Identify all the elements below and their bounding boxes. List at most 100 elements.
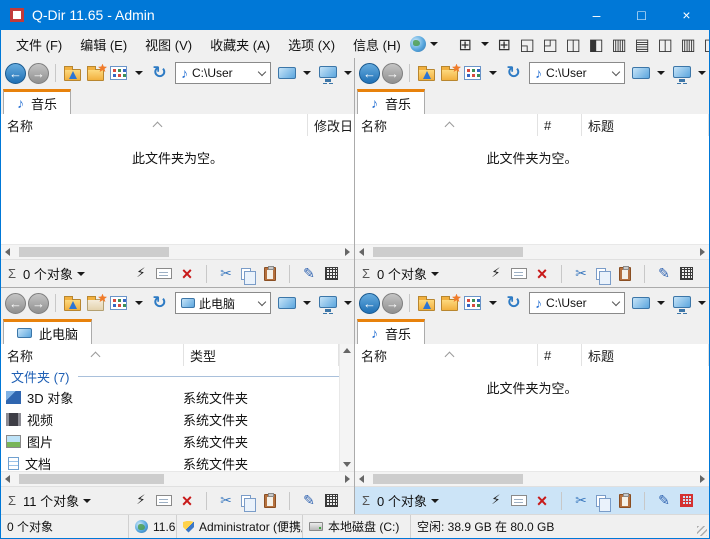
column-name[interactable]: 名称: [1, 114, 308, 136]
h-scrollbar[interactable]: [355, 471, 709, 486]
folder-up-button[interactable]: [416, 62, 437, 84]
edit-button[interactable]: ✎: [302, 265, 316, 283]
display-dropdown-icon[interactable]: [303, 71, 311, 75]
monitor-dropdown-icon[interactable]: [698, 71, 706, 75]
paste-button[interactable]: [263, 492, 277, 510]
layout-combo-a-icon[interactable]: ◨: [700, 34, 709, 55]
menu-favorites[interactable]: 收藏夹 (A): [201, 35, 279, 54]
address-combo[interactable]: ♪ C:\User: [529, 292, 625, 314]
list-item[interactable]: 视频 系统文件夹: [1, 408, 354, 430]
view-dropdown-icon[interactable]: [489, 301, 497, 305]
scroll-left-icon[interactable]: [5, 248, 10, 256]
view-mode-button[interactable]: [108, 62, 129, 84]
layout-3pane-a-icon[interactable]: ◱: [516, 34, 539, 55]
scroll-right-icon[interactable]: [345, 475, 350, 483]
group-header[interactable]: 文件夹 (7): [1, 366, 354, 386]
column-number[interactable]: #: [538, 114, 582, 136]
scroll-right-icon[interactable]: [700, 475, 705, 483]
rename-button[interactable]: [156, 265, 172, 283]
maximize-button[interactable]: □: [619, 0, 664, 30]
pane-indicator-button[interactable]: [679, 265, 693, 283]
paste-button[interactable]: [263, 265, 277, 283]
globe-dropdown-icon[interactable]: [430, 42, 438, 46]
view-mode-button[interactable]: [108, 292, 129, 314]
menu-options[interactable]: 选项 (X): [279, 35, 344, 54]
count-dropdown-icon[interactable]: [431, 272, 439, 276]
folder-up-button[interactable]: [62, 62, 83, 84]
view-dropdown-icon[interactable]: [135, 301, 143, 305]
scroll-left-icon[interactable]: [359, 475, 364, 483]
back-button[interactable]: ←: [5, 63, 26, 84]
refresh-button[interactable]: ↻: [149, 62, 170, 84]
edit-button[interactable]: ✎: [657, 492, 671, 510]
view-dropdown-icon[interactable]: [489, 71, 497, 75]
display-button[interactable]: [630, 62, 651, 84]
folder-up-button[interactable]: [62, 292, 83, 314]
scrollbar-thumb[interactable]: [19, 474, 164, 484]
pane-indicator-button[interactable]: [324, 265, 338, 283]
display-button[interactable]: [630, 292, 651, 314]
rename-button[interactable]: [156, 492, 172, 510]
monitor-button[interactable]: [671, 292, 692, 314]
titlebar[interactable]: Q-Dir 11.65 - Admin – □ ×: [1, 0, 709, 30]
forward-button[interactable]: →: [382, 293, 403, 314]
minimize-button[interactable]: –: [574, 0, 619, 30]
copy-button[interactable]: [241, 265, 255, 283]
menu-edit[interactable]: 编辑 (E): [71, 35, 136, 54]
display-dropdown-icon[interactable]: [657, 71, 665, 75]
rename-button[interactable]: [511, 492, 527, 510]
column-number[interactable]: #: [538, 344, 582, 366]
edit-button[interactable]: ✎: [657, 265, 671, 283]
layout-dropdown-icon[interactable]: [481, 42, 489, 46]
column-type[interactable]: 类型: [184, 344, 339, 366]
refresh-button[interactable]: ↻: [503, 62, 524, 84]
v-scrollbar[interactable]: [339, 344, 354, 471]
cut-button[interactable]: ✂: [574, 265, 588, 283]
monitor-button[interactable]: [317, 62, 338, 84]
delete-button[interactable]: ×: [535, 265, 549, 283]
view-mode-button[interactable]: [462, 292, 483, 314]
display-dropdown-icon[interactable]: [303, 301, 311, 305]
copy-button[interactable]: [596, 492, 610, 510]
scroll-left-icon[interactable]: [5, 475, 10, 483]
tab-this-pc[interactable]: 此电脑: [3, 319, 92, 344]
menu-file[interactable]: 文件 (F): [7, 35, 71, 54]
menu-view[interactable]: 视图 (V): [136, 35, 201, 54]
back-button[interactable]: ←: [5, 293, 26, 314]
list-item[interactable]: 3D 对象 系统文件夹: [1, 386, 354, 408]
globe-icon[interactable]: [410, 36, 426, 52]
column-name[interactable]: 名称: [355, 114, 538, 136]
menu-info[interactable]: 信息 (H): [344, 35, 410, 54]
tab-music[interactable]: ♪ 音乐: [3, 89, 71, 114]
cut-button[interactable]: ✂: [219, 265, 233, 283]
new-folder-button[interactable]: [439, 292, 460, 314]
folder-view[interactable]: 文件夹 (7) 3D 对象 系统文件夹 视频 系统文件夹 图片 系统文件夹: [1, 366, 354, 471]
address-combo[interactable]: ♪ C:\User: [175, 62, 271, 84]
address-combo[interactable]: ♪ C:\User: [529, 62, 625, 84]
back-button[interactable]: ←: [359, 63, 380, 84]
scroll-right-icon[interactable]: [700, 248, 705, 256]
scroll-right-icon[interactable]: [345, 248, 350, 256]
new-folder-button[interactable]: [85, 62, 106, 84]
h-scrollbar[interactable]: [355, 244, 709, 259]
delete-button[interactable]: ×: [180, 492, 194, 510]
layout-main-button[interactable]: ⊞: [454, 34, 477, 55]
layout-3row-icon[interactable]: ▤: [631, 34, 654, 55]
quick-action-button[interactable]: ⚡: [489, 492, 503, 510]
layout-2row-b-icon[interactable]: ▥: [677, 34, 700, 55]
quick-action-button[interactable]: ⚡: [134, 492, 148, 510]
layout-3pane-b-icon[interactable]: ◰: [539, 34, 562, 55]
scroll-up-icon[interactable]: [343, 348, 351, 353]
scrollbar-thumb[interactable]: [373, 247, 523, 257]
folder-view[interactable]: 此文件夹为空。: [355, 366, 709, 471]
address-combo[interactable]: 此电脑: [175, 292, 271, 314]
display-button[interactable]: [276, 292, 297, 314]
resize-grip[interactable]: [697, 526, 707, 536]
paste-button[interactable]: [618, 492, 632, 510]
new-folder-button[interactable]: [85, 292, 106, 314]
refresh-button[interactable]: ↻: [149, 292, 170, 314]
monitor-dropdown-icon[interactable]: [344, 301, 352, 305]
scrollbar-thumb[interactable]: [19, 247, 169, 257]
count-dropdown-icon[interactable]: [431, 499, 439, 503]
scroll-down-icon[interactable]: [343, 462, 351, 467]
